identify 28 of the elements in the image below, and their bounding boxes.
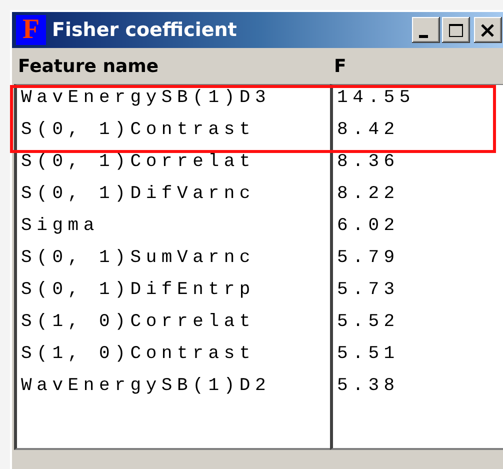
minimize-button[interactable] (412, 17, 440, 43)
feature-name[interactable]: WavEnergySB(1)D3 (17, 88, 330, 120)
f-value[interactable]: 6.02 (333, 216, 503, 248)
maximize-button[interactable] (442, 17, 470, 43)
column-header: Feature name (17, 56, 160, 76)
window-title: Fisher coefficient (52, 19, 238, 41)
feature-name[interactable]: Sigma (17, 216, 330, 248)
feature-name[interactable]: S(0, 1)SumVarnc (17, 248, 330, 280)
close-button[interactable] (474, 17, 502, 43)
app-icon: F (16, 15, 46, 45)
f-value[interactable]: 5.38 (333, 376, 503, 408)
feature-name[interactable]: S(0, 1)Correlat (17, 152, 330, 184)
feature-name[interactable]: S(1, 0)Correlat (17, 312, 330, 344)
feature-name[interactable]: S(1, 0)Contrast (17, 344, 330, 376)
feature-name[interactable]: S(0, 1)DifEntrp (17, 280, 330, 312)
f-value[interactable]: 5.79 (333, 248, 503, 280)
f-value[interactable]: 5.51 (333, 344, 503, 376)
f-value[interactable]: 8.22 (333, 184, 503, 216)
column-header: F (334, 56, 346, 76)
f-value[interactable]: 8.36 (333, 152, 503, 184)
minimize-icon (418, 34, 428, 38)
f-value[interactable]: 14.55 (333, 88, 503, 120)
feature-name[interactable]: S(0, 1)DifVarnc (17, 184, 330, 216)
feature-name[interactable]: WavEnergySB(1)D2 (17, 376, 330, 408)
feature-name[interactable]: S(0, 1)Contrast (17, 120, 330, 152)
f-value[interactable]: 5.52 (333, 312, 503, 344)
f-value[interactable]: 8.42 (333, 120, 503, 152)
f-value[interactable]: 5.73 (333, 280, 503, 312)
